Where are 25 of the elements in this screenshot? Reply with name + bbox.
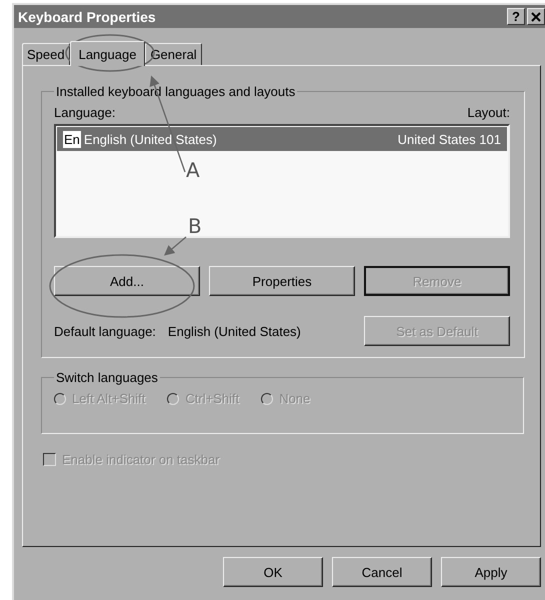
window-title: Keyboard Properties bbox=[18, 8, 156, 24]
language-name: English (United States) bbox=[84, 132, 218, 146]
tab[interactable]: Language bbox=[70, 41, 146, 66]
action-button[interactable]: Add... bbox=[54, 266, 200, 296]
annotation-arrow bbox=[164, 236, 186, 256]
column-header: Layout: bbox=[467, 105, 510, 120]
dialog-button[interactable]: Cancel bbox=[332, 557, 432, 587]
language-badge: En bbox=[63, 130, 81, 148]
dialog-button[interactable]: Apply bbox=[441, 557, 541, 587]
annotation-label: B bbox=[188, 216, 202, 236]
tab[interactable]: Speed bbox=[22, 43, 70, 65]
language-row[interactable]: En English (United States) United States 101 bbox=[57, 127, 507, 151]
close-button[interactable] bbox=[527, 8, 545, 25]
layout-name: United States 101 bbox=[398, 132, 501, 146]
default-language-value: English (United States) bbox=[168, 324, 302, 338]
action-button[interactable]: Properties bbox=[209, 266, 355, 296]
default-language-label: Default language: bbox=[54, 324, 156, 338]
group-title: Installed keyboard languages and layouts bbox=[55, 84, 296, 99]
dialog-button[interactable]: OK bbox=[223, 557, 323, 587]
group-title: Switch languages bbox=[55, 370, 159, 385]
tab[interactable]: General bbox=[145, 43, 202, 65]
close-icon bbox=[531, 12, 541, 22]
help-button[interactable]: ? bbox=[507, 8, 525, 25]
column-header: Language: bbox=[54, 105, 116, 120]
annotation-label: A bbox=[186, 160, 200, 180]
